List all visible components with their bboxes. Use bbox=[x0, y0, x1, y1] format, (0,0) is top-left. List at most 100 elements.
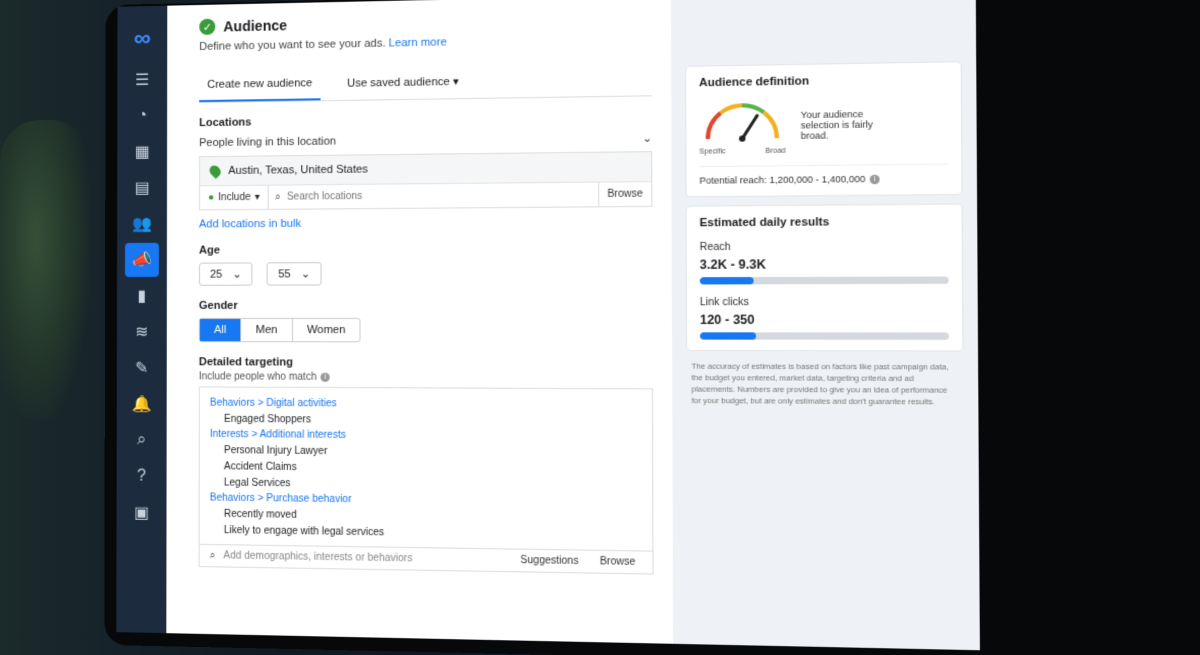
megaphone-icon[interactable]: 📣 bbox=[124, 242, 159, 277]
targeting-category[interactable]: Interests > Additional interests bbox=[210, 429, 642, 443]
dashboard-icon[interactable]: ◔ bbox=[125, 99, 159, 133]
gauge: Specific Broad bbox=[699, 96, 786, 156]
table-icon[interactable]: ▦ bbox=[125, 135, 159, 169]
age-min-select[interactable]: 25 ⌄ bbox=[198, 262, 253, 286]
locations-label: Locations bbox=[199, 116, 252, 130]
age-max-select[interactable]: 55 ⌄ bbox=[267, 262, 322, 286]
reach-label: Reach bbox=[699, 241, 731, 254]
targeting-search-input[interactable]: Add demographics, interests or behaviors bbox=[223, 550, 505, 566]
info-icon[interactable]: i bbox=[869, 174, 880, 184]
targeting-item[interactable]: Recently moved bbox=[224, 509, 642, 526]
gender-label: Gender bbox=[198, 299, 238, 312]
audience-header: ✓ Audience bbox=[199, 10, 652, 36]
estimated-results-card: Estimated daily results Reach 3.2K - 9.3… bbox=[686, 204, 963, 351]
search-icon[interactable]: ⌕ bbox=[125, 423, 159, 457]
audience-breadth-text: Your audience selection is fairly broad. bbox=[800, 108, 873, 142]
detailed-targeting-sublabel: Include people who match i bbox=[199, 371, 653, 384]
suggestions-button[interactable]: Suggestions bbox=[514, 555, 585, 567]
gauge-row: Specific Broad Your audience selection i… bbox=[699, 94, 948, 156]
bell-icon[interactable]: 🔔 bbox=[125, 387, 159, 421]
ads-manager-screen: ∞ ☰ ◔ ▦ ▤ 👥 📣 ▮ ≋ ✎ 🔔 ⌕ ? ▣ ✓ Audience D… bbox=[116, 0, 980, 651]
photo-scene: ∞ ☰ ◔ ▦ ▤ 👥 📣 ▮ ≋ ✎ 🔔 ⌕ ? ▣ ✓ Audience D… bbox=[0, 0, 1200, 655]
age-label: Age bbox=[198, 244, 220, 257]
subtitle-text: Define who you want to see your ads. bbox=[199, 37, 386, 54]
audience-form: ✓ Audience Define who you want to see yo… bbox=[166, 0, 674, 644]
targeting-search-row: ⌕ Add demographics, interests or behavio… bbox=[199, 543, 653, 574]
chevron-down-icon: ⌄ bbox=[232, 268, 242, 281]
chevron-down-icon: ▾ bbox=[254, 191, 260, 203]
gender-women-button[interactable]: Women bbox=[293, 319, 360, 341]
detailed-targeting-label: Detailed targeting bbox=[198, 356, 293, 369]
gauge-broad-label: Broad bbox=[765, 147, 786, 155]
targeting-browse-button[interactable]: Browse bbox=[593, 556, 641, 568]
gauge-red-arc bbox=[708, 113, 721, 139]
tab-label: Use saved audience bbox=[347, 75, 450, 90]
reach-bar-fill bbox=[699, 277, 754, 285]
audience-tabs: Create new audience Use saved audience ▾ bbox=[199, 67, 653, 104]
meta-logo-icon[interactable]: ∞ bbox=[125, 17, 159, 62]
gauge-meter bbox=[699, 96, 785, 143]
menu-icon[interactable]: ☰ bbox=[125, 63, 159, 97]
section-subtitle: Define who you want to see your ads. Lea… bbox=[199, 32, 652, 53]
age-selectors: 25 ⌄ 55 ⌄ bbox=[198, 261, 653, 286]
estimates-disclaimer: The accuracy of estimates is based on fa… bbox=[691, 361, 949, 407]
monitor-bezel: ∞ ☰ ◔ ▦ ▤ 👥 📣 ▮ ≋ ✎ 🔔 ⌕ ? ▣ ✓ Audience D… bbox=[104, 0, 1200, 655]
location-search-input[interactable] bbox=[280, 182, 598, 209]
link-clicks-label: Link clicks bbox=[699, 296, 749, 309]
audience-icon[interactable]: 👥 bbox=[125, 207, 159, 241]
selected-location[interactable]: Austin, Texas, United States bbox=[200, 152, 652, 187]
gauge-yellow-arc bbox=[721, 105, 743, 113]
targeting-item[interactable]: Legal Services bbox=[224, 477, 642, 493]
estimated-results-title: Estimated daily results bbox=[699, 216, 830, 230]
gender-all-button[interactable]: All bbox=[199, 318, 242, 342]
include-dropdown[interactable]: ● Include ▾ bbox=[200, 185, 269, 210]
add-locations-bulk-link[interactable]: Add locations in bulk bbox=[199, 215, 652, 231]
caret-down-icon: ▾ bbox=[452, 75, 459, 89]
estimates-panel: Audience definition Specific Broad Your … bbox=[670, 0, 980, 651]
gender-segmented-control: All Men Women bbox=[198, 317, 361, 343]
tools-icon[interactable]: ✎ bbox=[125, 351, 159, 385]
location-browse-button[interactable]: Browse bbox=[597, 182, 652, 207]
location-pin-icon bbox=[207, 163, 223, 179]
tab-use-saved-audience[interactable]: Use saved audience ▾ bbox=[339, 71, 467, 100]
gauge-green-arc bbox=[742, 105, 764, 113]
targeting-item[interactable]: Likely to engage with legal services bbox=[224, 525, 642, 542]
age-max-value: 55 bbox=[278, 267, 291, 281]
selected-location-text: Austin, Texas, United States bbox=[228, 163, 369, 178]
targeting-item[interactable]: Accident Claims bbox=[224, 461, 642, 476]
background-plant bbox=[0, 120, 90, 420]
tab-create-new-audience[interactable]: Create new audience bbox=[199, 73, 321, 103]
gauge-labels: Specific Broad bbox=[699, 147, 785, 155]
info-icon[interactable]: i bbox=[320, 372, 330, 382]
main-area: ✓ Audience Define who you want to see yo… bbox=[166, 0, 980, 651]
database-icon[interactable]: ≋ bbox=[125, 315, 159, 349]
potential-reach-text: Potential reach: 1,200,000 - 1,400,000 bbox=[699, 173, 866, 186]
chevron-down-icon[interactable]: ⌄ bbox=[642, 131, 652, 145]
locations-sublabel: People living in this location bbox=[199, 135, 336, 150]
gauge-specific-label: Specific bbox=[699, 148, 726, 156]
help-icon[interactable]: ? bbox=[125, 459, 159, 494]
chevron-down-icon: ⌄ bbox=[300, 268, 311, 281]
include-match-text: Include people who match bbox=[198, 371, 317, 383]
locations-sublabel-row[interactable]: People living in this location ⌄ bbox=[199, 131, 652, 150]
targeting-item[interactable]: Engaged Shoppers bbox=[224, 414, 641, 428]
reach-value: 3.2K - 9.3K bbox=[699, 257, 766, 273]
search-icon: ⌕ bbox=[275, 191, 281, 203]
panel-icon[interactable]: ▣ bbox=[124, 495, 158, 530]
sidebar: ∞ ☰ ◔ ▦ ▤ 👥 📣 ▮ ≋ ✎ 🔔 ⌕ ? ▣ bbox=[116, 5, 168, 634]
gauge-yellow-right-arc bbox=[764, 112, 777, 138]
include-check-icon: ● bbox=[208, 192, 215, 204]
targeting-category[interactable]: Behaviors > Digital activities bbox=[210, 398, 641, 412]
targeting-item[interactable]: Personal Injury Lawyer bbox=[224, 445, 641, 460]
chart-icon[interactable]: ▮ bbox=[125, 279, 159, 313]
audience-definition-card: Audience definition Specific Broad Your … bbox=[686, 62, 962, 197]
age-min-value: 25 bbox=[210, 268, 223, 281]
gender-men-button[interactable]: Men bbox=[241, 318, 293, 342]
targeting-category[interactable]: Behaviors > Purchase behavior bbox=[210, 492, 642, 508]
include-label: Include bbox=[218, 191, 251, 204]
gauge-hub bbox=[739, 135, 746, 142]
targeting-box: Behaviors > Digital activities Engaged S… bbox=[198, 386, 654, 575]
learn-more-link[interactable]: Learn more bbox=[389, 36, 447, 49]
section-title: Audience bbox=[223, 17, 288, 35]
document-icon[interactable]: ▤ bbox=[125, 171, 159, 205]
